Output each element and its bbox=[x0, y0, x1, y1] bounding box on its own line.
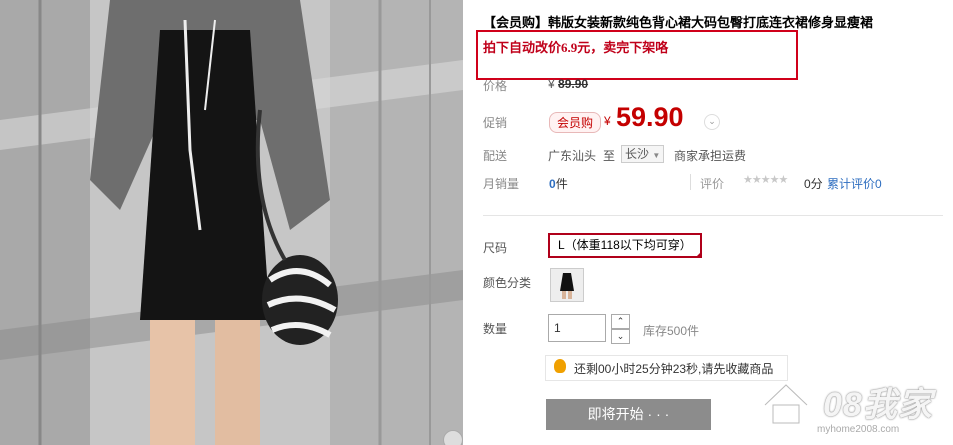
promo-currency: ¥ bbox=[604, 114, 611, 128]
size-option-label: L（体重118以下均可穿） bbox=[558, 238, 692, 252]
zoom-icon[interactable] bbox=[443, 430, 463, 445]
chevron-down-icon: ▼ bbox=[652, 151, 661, 160]
quantity-increase-button[interactable]: ⌃ bbox=[611, 314, 630, 329]
house-logo-icon bbox=[763, 382, 809, 425]
watermark-text: 08我家 bbox=[823, 386, 933, 424]
price-label: 价格 bbox=[483, 79, 508, 93]
stock-info: 库存500件 bbox=[643, 324, 700, 338]
city-select-value: 长沙 bbox=[625, 147, 650, 161]
city-select[interactable]: 长沙 ▼ bbox=[621, 145, 665, 163]
section-divider bbox=[483, 215, 943, 216]
price-change-notice: 拍下自动改价6.9元，卖完下架咯 bbox=[483, 40, 669, 55]
sales-count: 0 bbox=[549, 177, 556, 191]
ship-from: 广东汕头 bbox=[548, 149, 597, 163]
promo-price: 59.90 bbox=[616, 102, 684, 132]
color-category-label: 颜色分类 bbox=[483, 276, 532, 290]
quantity-input[interactable]: 1 bbox=[548, 314, 606, 342]
shipping-label: 配送 bbox=[483, 149, 508, 163]
color-option-thumbnail[interactable] bbox=[550, 268, 584, 302]
product-photo-illustration bbox=[0, 0, 463, 445]
rating-score: 0分 bbox=[804, 177, 823, 191]
ship-to-word: 至 bbox=[603, 149, 616, 163]
sales-unit: 件 bbox=[555, 177, 568, 191]
vip-badge: 会员购 bbox=[549, 112, 602, 133]
selected-check-icon bbox=[694, 251, 702, 258]
dress-thumbnail-icon bbox=[551, 269, 583, 301]
size-label: 尺码 bbox=[483, 241, 508, 255]
lightbulb-icon bbox=[554, 359, 566, 373]
chevron-down-icon[interactable]: ⌄ bbox=[704, 114, 720, 130]
divider bbox=[690, 174, 691, 190]
monthly-sales-label: 月销量 bbox=[483, 177, 520, 191]
shipping-fee: 商家承担运费 bbox=[674, 149, 747, 163]
original-price: ¥ 89.90 bbox=[548, 77, 588, 91]
watermark-url: myhome2008.com bbox=[817, 424, 900, 435]
countdown-tip: 还剩00小时25分钟23秒,请先收藏商品 bbox=[545, 355, 788, 381]
product-photo bbox=[0, 0, 463, 445]
quantity-decrease-button[interactable]: ⌄ bbox=[611, 329, 630, 344]
coming-soon-button[interactable]: 即将开始 · · · bbox=[546, 399, 711, 430]
promo-label: 促销 bbox=[483, 116, 508, 130]
quantity-label: 数量 bbox=[483, 322, 508, 336]
site-watermark: 08我家 myhome2008.com bbox=[757, 375, 947, 445]
original-price-value: 89.90 bbox=[558, 77, 589, 91]
rating-label: 评价 bbox=[700, 177, 725, 191]
monthly-sales-value: 0件 bbox=[549, 175, 568, 192]
original-price-currency: ¥ bbox=[548, 77, 555, 91]
countdown-text: 还剩00小时25分钟23秒,请先收藏商品 bbox=[574, 362, 774, 376]
total-reviews-link[interactable]: 累计评价0 bbox=[827, 175, 882, 192]
size-option-selected[interactable]: L（体重118以下均可穿） bbox=[548, 233, 702, 258]
product-title: 【会员购】韩版女装新款纯色背心裙大码包臀打底连衣裙修身显瘦裙 bbox=[483, 15, 874, 30]
rating-stars: ★★★★★ bbox=[743, 174, 788, 186]
